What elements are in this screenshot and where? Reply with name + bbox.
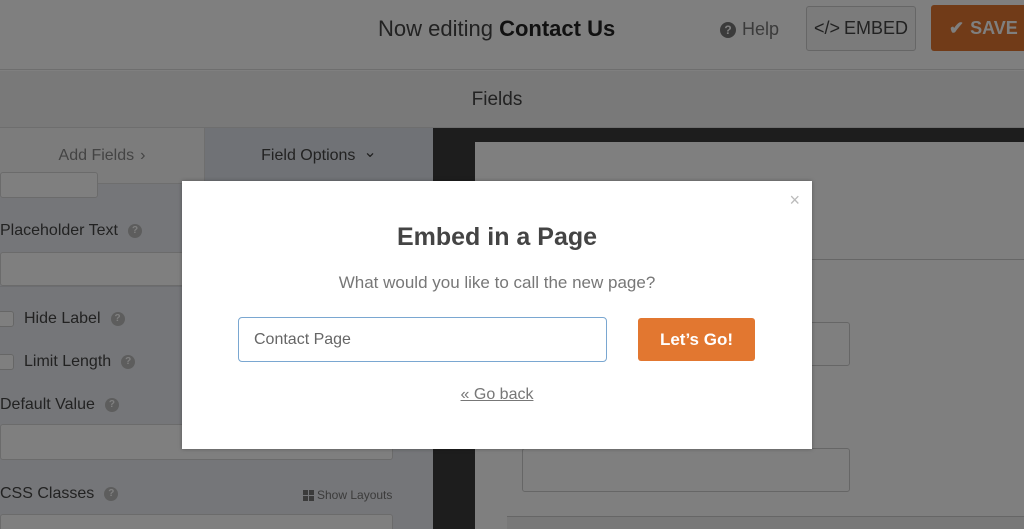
close-icon[interactable]: × <box>789 191 800 209</box>
embed-modal: × Embed in a Page What would you like to… <box>182 181 812 449</box>
go-back-link[interactable]: « Go back <box>182 386 812 404</box>
page-name-input[interactable] <box>238 317 607 362</box>
modal-title: Embed in a Page <box>396 223 598 251</box>
modal-subtitle: What would you like to call the new page… <box>338 273 656 292</box>
lets-go-button[interactable]: Let’s Go! <box>638 318 755 361</box>
